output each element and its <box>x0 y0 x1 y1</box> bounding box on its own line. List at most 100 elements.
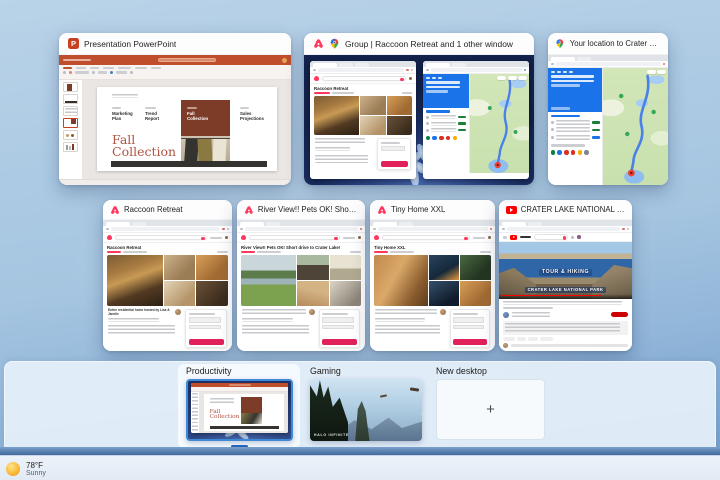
mini-canvas: Fall Collection <box>200 392 288 433</box>
channel-avatar <box>503 311 509 318</box>
reserve-button <box>322 338 357 345</box>
amenity-text-lines <box>108 325 176 336</box>
url-field <box>430 68 522 72</box>
airbnb-icon <box>111 205 119 214</box>
listing-photo <box>297 281 329 306</box>
airbnb-searchbar <box>322 75 406 82</box>
listing-photo <box>329 281 361 306</box>
desktop-label-gaming[interactable]: Gaming <box>310 366 341 376</box>
transit-icon <box>550 120 554 124</box>
route-text <box>555 119 590 125</box>
browser-addressbar <box>423 67 529 74</box>
listing-photo <box>428 255 460 280</box>
url-field <box>377 227 488 231</box>
weather-widget[interactable]: 78°F Sunny <box>6 458 96 479</box>
host-avatar <box>175 309 182 315</box>
column-tag <box>112 107 121 109</box>
route-time <box>458 122 467 125</box>
amenity-text-lines <box>375 324 441 335</box>
window-thumbnail-group[interactable]: Group | Raccoon Retreat and 1 other wind… <box>304 33 534 185</box>
route-option <box>550 119 600 125</box>
airbnb-icon <box>314 39 323 48</box>
thumbnail-header: CRATER LAKE NATIONAL P... <box>499 200 632 220</box>
destination-field <box>425 85 461 89</box>
map-button <box>497 76 506 80</box>
window-thumbnail-powerpoint[interactable]: P Presentation PowerPoint Fall Collectio… <box>59 33 291 185</box>
mode-icon <box>437 76 442 80</box>
nav-back-icon <box>106 227 109 231</box>
listing-photo-grid <box>428 255 491 306</box>
ribbon-toolbar <box>63 70 287 74</box>
guests-field <box>322 325 354 329</box>
slide-thumb-6 <box>63 142 78 152</box>
host-text-lines <box>375 309 437 316</box>
thumb-art <box>69 146 71 150</box>
destination-field <box>550 79 594 83</box>
airbnb-page: Raccoon Retreat <box>310 74 416 173</box>
host-link <box>472 236 485 239</box>
browser-tab <box>399 222 413 226</box>
leave-now-control <box>550 107 571 110</box>
new-desktop-button[interactable]: + <box>436 379 545 440</box>
listing-photo-main <box>107 255 163 306</box>
google-maps-icon <box>330 38 339 49</box>
video-player: TOUR & HIKING CRATER LAKE NATIONAL PARK <box>499 242 632 299</box>
category-circle <box>570 150 576 155</box>
route-option <box>550 134 600 140</box>
listing-photo-main <box>374 255 428 306</box>
listing-heading: River View!! Pets OK! Short drive to Cra… <box>241 245 341 250</box>
commenter-avatar <box>503 343 508 348</box>
weather-text: 78°F Sunny <box>26 461 46 477</box>
category-circle <box>564 150 569 155</box>
host-link <box>209 236 222 239</box>
url-field <box>506 227 620 231</box>
window-thumbnail-youtube[interactable]: CRATER LAKE NATIONAL P... TOUR & HIKING … <box>499 200 632 351</box>
thumbnail-header: Tiny Home XXL <box>370 200 495 220</box>
url-field <box>555 62 661 66</box>
explore-category-circles <box>550 149 600 156</box>
window-thumbnail-tiny-home[interactable]: Tiny Home XXL Tiny Home XXL <box>370 200 495 351</box>
window-title: CRATER LAKE NATIONAL P... <box>520 205 625 214</box>
powerpoint-statusbar <box>59 179 291 185</box>
reserve-button <box>453 338 487 345</box>
travel-mode-icons <box>425 76 467 80</box>
guests-field <box>188 325 221 329</box>
mini-column-text <box>209 398 234 406</box>
nav-back-icon <box>502 227 505 231</box>
route-option <box>425 128 467 133</box>
mini-slide: Fall Collection <box>204 394 284 431</box>
desktop-label-productivity[interactable]: Productivity <box>186 366 231 376</box>
date-fields <box>453 317 484 323</box>
window-thumbnail-raccoon-retreat[interactable]: Raccoon Retreat Raccoon Retreat Entire r… <box>103 200 232 351</box>
tag-pill <box>517 337 526 341</box>
location-text <box>390 251 414 253</box>
desktop-thumbnail-productivity[interactable]: Fall Collection <box>186 379 293 441</box>
ribbon-tab <box>63 66 72 69</box>
options-link <box>425 90 448 93</box>
youtube-searchbar <box>534 234 568 240</box>
map-route-overlay <box>487 78 518 169</box>
category-circle <box>557 150 562 155</box>
browser-tab <box>551 56 575 61</box>
mini-powerpoint-window: Fall Collection <box>191 383 288 433</box>
transit-icon <box>425 122 429 126</box>
window-thumbnail-river-view[interactable]: River View!! Pets OK! Short... River Vie… <box>237 200 365 351</box>
slide-canvas: Fall Collection Marketing Plan Trend Rep… <box>83 80 291 179</box>
route-link <box>425 110 450 113</box>
mode-icon <box>550 70 555 74</box>
browser-addressbar <box>310 67 416 74</box>
desktop-thumbnail-gaming[interactable]: HALO INFINITE <box>310 379 422 441</box>
browser-tab <box>452 63 466 67</box>
window-thumbnail-maps[interactable]: Your location to Crater Lake... <box>548 33 668 185</box>
booking-box <box>377 138 411 170</box>
menu-icon <box>226 227 229 231</box>
slide-column-label: Fall Collection <box>187 111 209 122</box>
toolbar-icon <box>110 70 113 74</box>
desktop-label-new: New desktop <box>436 366 487 376</box>
taskbar: 78°F Sunny Search <box>0 455 720 480</box>
listing-photo <box>386 96 412 115</box>
photo-gallery <box>103 254 232 306</box>
share-save-text <box>402 92 412 94</box>
ribbon-tabs <box>63 66 287 69</box>
listing-info <box>370 306 495 351</box>
